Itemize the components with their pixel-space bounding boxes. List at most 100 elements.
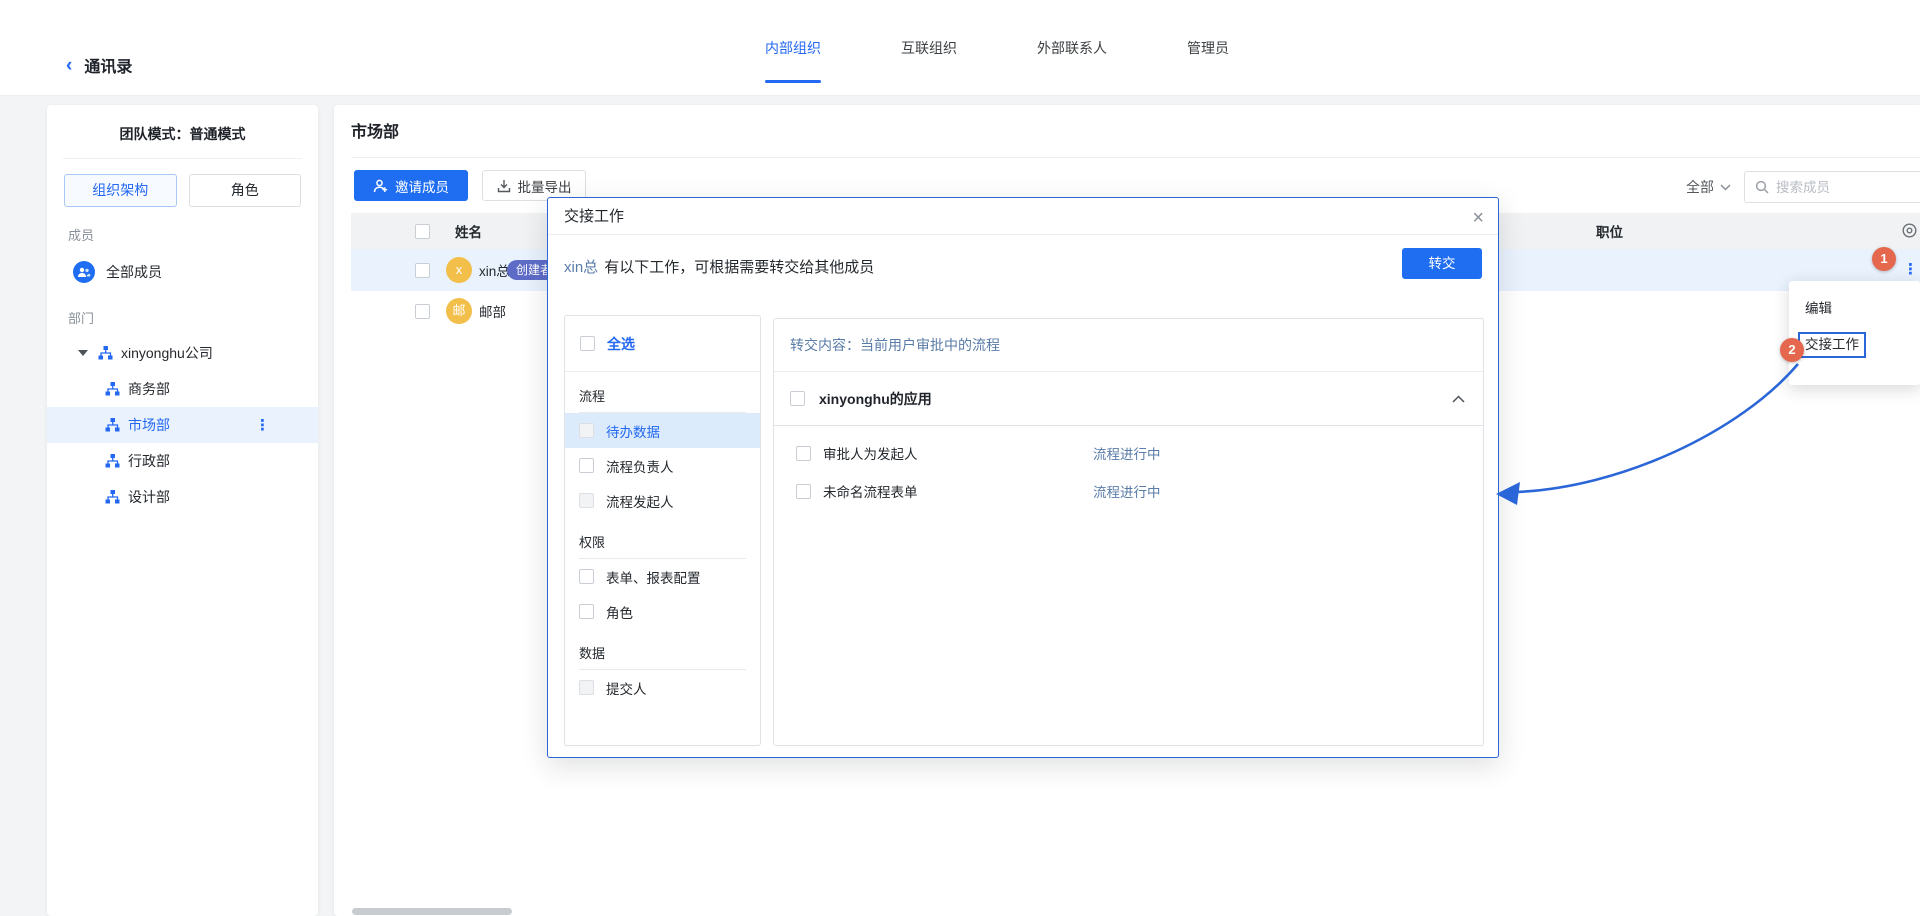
row-kebab-icon[interactable]: ⋮ <box>1903 260 1918 278</box>
kebab-menu-icon[interactable]: ⋮ <box>255 416 270 434</box>
tree-node-company[interactable]: xinyonghu公司 <box>47 335 318 371</box>
process-row[interactable]: 审批人为发起人 流程进行中 <box>774 434 1483 472</box>
checkbox[interactable] <box>796 484 811 499</box>
download-icon <box>497 179 511 193</box>
tree-node-label: 行政部 <box>128 451 170 471</box>
process-list: 审批人为发起人 流程进行中 未命名流程表单 流程进行中 <box>774 426 1483 510</box>
section-label-permission: 权限 <box>579 532 746 551</box>
tree-node-label: 商务部 <box>128 379 170 399</box>
sidebar-item-all-members[interactable]: 全部成员 <box>47 254 318 290</box>
group-checkbox[interactable] <box>790 391 805 406</box>
search-input[interactable] <box>1776 180 1906 195</box>
row-checkbox[interactable] <box>415 263 430 278</box>
step-badge-2: 2 <box>1780 338 1804 362</box>
process-name: 未命名流程表单 <box>823 481 918 501</box>
checkbox[interactable] <box>579 680 594 695</box>
horizontal-scrollbar[interactable] <box>352 908 512 915</box>
content-panel-header: 转交内容：当前用户审批中的流程 <box>774 319 1483 372</box>
menu-item-handover[interactable]: 交接工作 <box>1789 327 1920 363</box>
department-section-label: 部门 <box>47 290 318 327</box>
invite-member-button[interactable]: 邀请成员 <box>354 170 468 201</box>
tab-external-contacts[interactable]: 外部联系人 <box>1037 0 1107 96</box>
subtitle-text: 有以下工作，可根据需要转交给其他成员 <box>604 259 874 276</box>
transfer-button[interactable]: 转交 <box>1402 248 1482 279</box>
top-bar: ‹ 通讯录 内部组织 互联组织 外部联系人 管理员 ? x <box>0 0 1920 96</box>
team-mode-title: 团队模式：普通模式 <box>47 105 318 144</box>
menu-item-edit[interactable]: 编辑 <box>1789 291 1920 327</box>
item-label: 表单、报表配置 <box>606 567 701 587</box>
tree-node-label: 设计部 <box>128 487 170 507</box>
checkbox[interactable] <box>579 458 594 473</box>
drag-handle[interactable] <box>368 264 377 277</box>
tree-node-business-dept[interactable]: 商务部 <box>47 371 318 407</box>
back-button[interactable]: ‹ 通讯录 <box>66 53 132 77</box>
checkbox[interactable] <box>579 604 594 619</box>
modal-title: 交接工作 <box>548 198 1498 235</box>
item-submitter[interactable]: 提交人 <box>565 670 760 705</box>
batch-export-label: 批量导出 <box>518 176 572 196</box>
select-all-label: 全选 <box>607 334 635 354</box>
section-label-process: 流程 <box>579 386 746 405</box>
sidebar: 团队模式：普通模式 组织架构 角色 成员 全部成员 部门 xinyonghu公司… <box>47 105 318 916</box>
tree-node-market-dept[interactable]: 市场部 ⋮ <box>47 407 318 443</box>
item-todo-data[interactable]: 待办数据 <box>565 413 760 448</box>
step-badge-1: 1 <box>1872 247 1896 271</box>
checkbox[interactable] <box>796 446 811 461</box>
item-label: 待办数据 <box>606 421 660 441</box>
process-row[interactable]: 未命名流程表单 流程进行中 <box>774 472 1483 510</box>
section-label-data: 数据 <box>579 643 746 662</box>
tree-node-admin-dept[interactable]: 行政部 <box>47 443 318 479</box>
highlight-outline: 交接工作 <box>1798 332 1866 358</box>
page-title: 通讯录 <box>84 53 132 77</box>
org-icon <box>105 490 120 504</box>
select-all-checkbox[interactable] <box>415 224 430 239</box>
process-name: 审批人为发起人 <box>823 443 918 463</box>
tab-admins[interactable]: 管理员 <box>1187 0 1229 96</box>
item-label: 流程负责人 <box>606 456 674 476</box>
department-tree: xinyonghu公司 商务部 市场部 ⋮ 行政部 设计部 <box>47 335 318 515</box>
org-icon <box>98 346 113 360</box>
item-label: 角色 <box>606 602 633 622</box>
filter-dropdown[interactable]: 全部 <box>1686 177 1731 197</box>
chevron-down-icon <box>1720 184 1731 191</box>
close-icon[interactable]: × <box>1472 204 1484 232</box>
checkbox[interactable] <box>579 569 594 584</box>
sidebar-view-tabs: 组织架构 角色 <box>47 159 318 207</box>
row-context-menu: 编辑 交接工作 <box>1789 281 1920 385</box>
item-process-owner[interactable]: 流程负责人 <box>565 448 760 483</box>
app-group-row[interactable]: xinyonghu的应用 <box>774 372 1483 426</box>
select-all-row[interactable]: 全选 <box>565 316 760 372</box>
org-icon <box>105 418 120 432</box>
member-name: xin总 <box>479 260 510 280</box>
tab-org-structure[interactable]: 组织架构 <box>64 174 177 207</box>
select-all-checkbox[interactable] <box>580 336 595 351</box>
caret-down-icon[interactable] <box>78 350 88 356</box>
chevron-up-icon[interactable] <box>1452 395 1465 403</box>
handover-type-panel: 全选 流程 待办数据 流程负责人 流程发起人 权限 表单、报表配置 角色 数据 <box>564 315 761 746</box>
item-process-initiator[interactable]: 流程发起人 <box>565 483 760 518</box>
column-header-name: 姓名 <box>455 221 482 241</box>
modal-subtitle: xin总有以下工作，可根据需要转交给其他成员 <box>564 256 874 277</box>
tab-roles[interactable]: 角色 <box>189 174 302 207</box>
handover-content-panel: 转交内容：当前用户审批中的流程 xinyonghu的应用 审批人为发起人 流程进… <box>773 318 1484 746</box>
tree-node-label: xinyonghu公司 <box>121 343 213 363</box>
settings-icon[interactable] <box>1901 222 1918 239</box>
search-icon <box>1755 180 1769 194</box>
item-role[interactable]: 角色 <box>565 594 760 629</box>
item-label: 流程发起人 <box>606 491 674 511</box>
person-icon <box>373 179 388 193</box>
tab-connected-org[interactable]: 互联组织 <box>901 0 957 96</box>
checkbox[interactable] <box>579 423 594 438</box>
team-icon <box>73 261 95 283</box>
row-checkbox[interactable] <box>415 304 430 319</box>
tree-node-design-dept[interactable]: 设计部 <box>47 479 318 515</box>
handover-modal: 交接工作 × xin总有以下工作，可根据需要转交给其他成员 转交 全选 流程 待… <box>547 197 1499 758</box>
member-search[interactable] <box>1744 171 1920 203</box>
member-name: 邮部 <box>479 301 506 321</box>
checkbox[interactable] <box>579 493 594 508</box>
tree-node-label: 市场部 <box>128 415 170 435</box>
item-form-report-config[interactable]: 表单、报表配置 <box>565 559 760 594</box>
top-tabs: 内部组织 互联组织 外部联系人 管理员 <box>765 0 1229 96</box>
member-avatar: x <box>446 257 472 283</box>
tab-internal-org[interactable]: 内部组织 <box>765 0 821 96</box>
